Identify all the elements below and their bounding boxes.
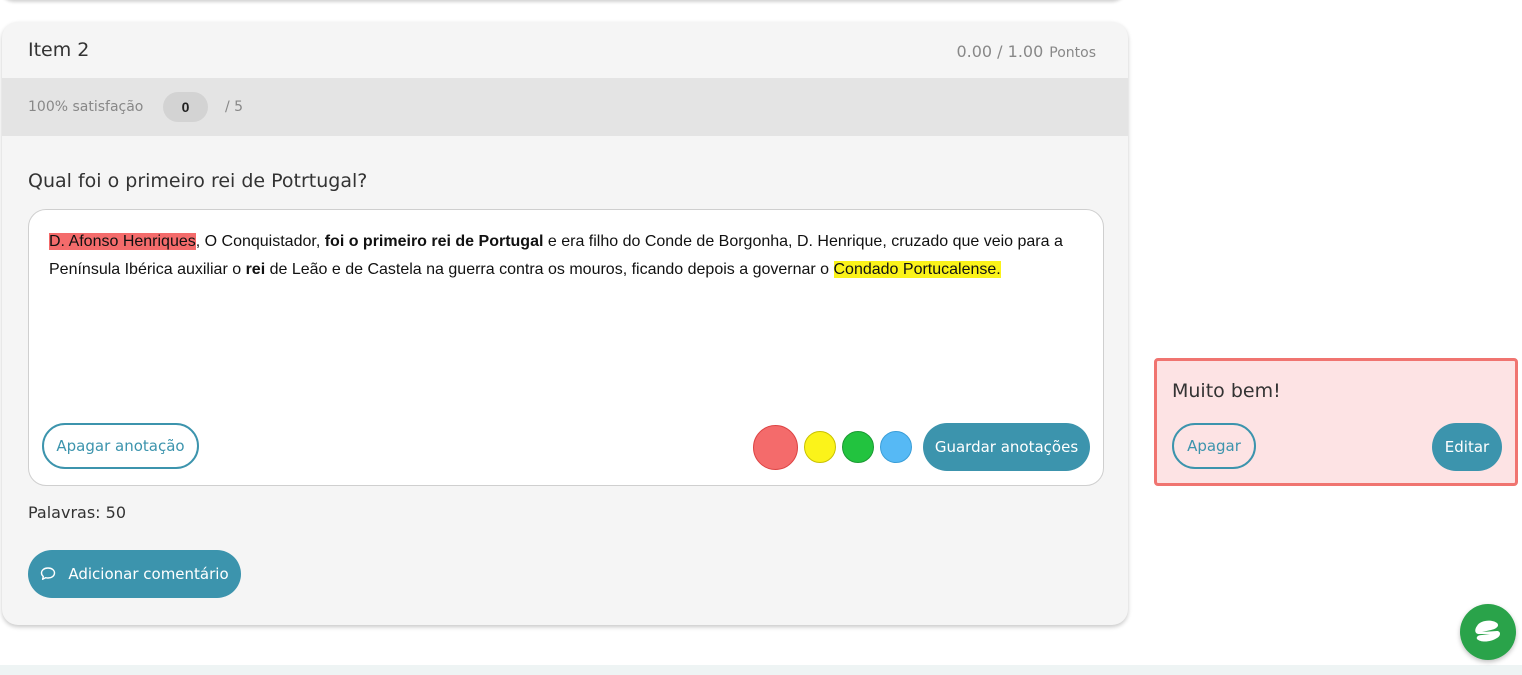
speech-bubble-icon <box>41 567 56 580</box>
support-hand-icon <box>1475 620 1500 642</box>
score-unit: Pontos <box>1049 45 1096 61</box>
edit-comment-button[interactable]: Editar <box>1432 423 1502 471</box>
item-score: 0.00 / 1.00 Pontos <box>956 42 1096 61</box>
word-count: Palavras: 50 <box>28 503 127 522</box>
comment-text: Muito bem! <box>1172 380 1281 402</box>
item-title: Item 2 <box>28 39 90 61</box>
satisfaction-total: / 5 <box>225 99 244 115</box>
answer-text-segment: de Leão e de Castela na guerra contra os… <box>265 261 834 278</box>
score-value: 0.00 / 1.00 <box>956 42 1044 61</box>
item-card: Item 2 0.00 / 1.00 Pontos 100% satisfação… <box>2 22 1128 625</box>
clear-annotation-button[interactable]: Apagar anotação <box>42 423 199 469</box>
item-header: Item 2 0.00 / 1.00 Pontos <box>2 22 1128 78</box>
add-comment-label: Adicionar comentário <box>68 565 229 583</box>
yellow-highlight-swatch[interactable] <box>804 431 836 463</box>
satisfaction-value-input[interactable]: 0 <box>163 92 208 122</box>
help-button[interactable] <box>1460 604 1516 660</box>
blue-highlight-swatch[interactable] <box>880 431 912 463</box>
delete-comment-button[interactable]: Apagar <box>1172 423 1256 469</box>
satisfaction-label: 100% satisfação <box>28 99 144 115</box>
footer-strip <box>0 665 1522 675</box>
answer-text-segment: , O Conquistador, <box>195 233 325 250</box>
green-highlight-swatch[interactable] <box>842 431 874 463</box>
question-text: Qual foi o primeiro rei de Potrtugal? <box>28 170 368 192</box>
bold-text: rei <box>245 261 266 278</box>
add-comment-button[interactable]: Adicionar comentário <box>28 550 241 598</box>
answer-text[interactable]: D. Afonso Henriques, O Conquistador, foi… <box>49 228 1069 284</box>
satisfaction-bar: 100% satisfação 0 / 5 <box>2 78 1128 136</box>
answer-box: D. Afonso Henriques, O Conquistador, foi… <box>28 209 1104 486</box>
highlighted-text-yellow: Condado Portucalense. <box>833 261 1001 278</box>
highlighted-text-red: D. Afonso Henriques <box>49 233 196 250</box>
bold-text: foi o primeiro rei de Portugal <box>324 233 544 250</box>
red-highlight-swatch[interactable] <box>753 425 798 470</box>
comment-card: Muito bem! Apagar Editar <box>1154 358 1518 486</box>
save-annotations-button[interactable]: Guardar anotações <box>923 423 1090 471</box>
